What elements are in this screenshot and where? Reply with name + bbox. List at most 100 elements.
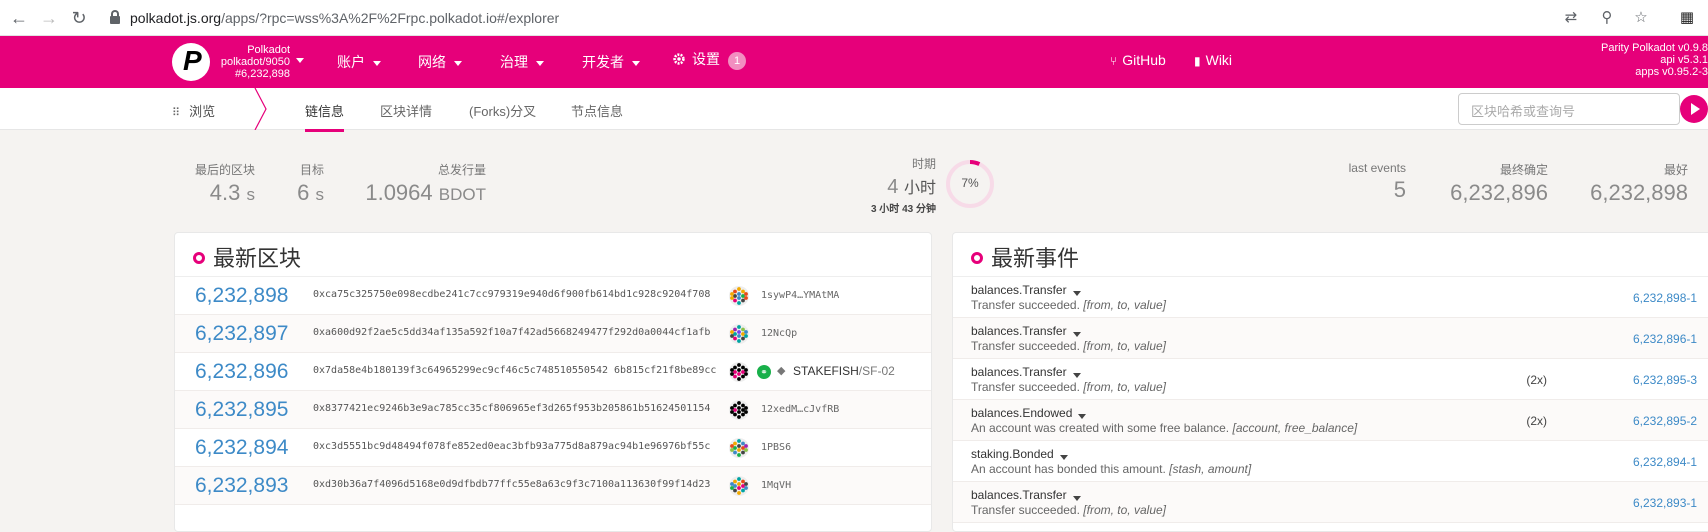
event-block-link[interactable]: 6,232,895-3	[1633, 373, 1697, 387]
chain-version: polkadot/9050	[220, 56, 290, 68]
blocks-list: 6,232,898 0xca75c325750e098ecdbe241c7cc97…	[175, 277, 931, 505]
author-identicon-icon[interactable]	[729, 400, 749, 420]
stat-last-events: last events 5	[1348, 161, 1406, 202]
breadcrumb-separator	[254, 88, 267, 130]
bookmark-star-icon[interactable]: ☆	[1630, 7, 1652, 29]
chain-block: #6,232,898	[234, 68, 290, 80]
url-text: polkadot.js.org/apps/?rpc=wss%3A%2F%2Frp…	[130, 10, 560, 26]
block-author[interactable]: 1MqVH	[761, 480, 791, 491]
block-hash: 0xca75c325750e098ecdbe241c7cc979319e940d…	[313, 289, 711, 300]
address-bar[interactable]: polkadot.js.org/apps/?rpc=wss%3A%2F%2Frp…	[96, 4, 1636, 32]
block-row: 6,232,896 0x7da58e4b180139f3c64965299ec9c…	[175, 353, 931, 391]
event-description: Transfer succeeded. [from, to, value]	[971, 503, 1166, 517]
sub-navigation: ⠿ 浏览 链信息 区块详情 (Forks)分叉 节点信息 区块哈希或查询号	[0, 88, 1708, 132]
block-number-link[interactable]: 6,232,897	[195, 322, 288, 346]
era-remaining: 3 小时 43 分钟	[870, 204, 936, 215]
tab-chain-info[interactable]: 链信息	[305, 101, 345, 132]
event-count: (2x)	[1526, 414, 1547, 428]
stat-best: 最好 6,232,898	[1590, 163, 1688, 205]
author-identicon-icon[interactable]	[729, 324, 749, 344]
extension-icon[interactable]: ▦	[1676, 7, 1698, 29]
back-arrow-icon[interactable]: ←	[8, 7, 30, 29]
chain-selector[interactable]: Polkadot polkadot/9050 #6,232,898	[210, 44, 290, 80]
gear-icon	[673, 53, 685, 65]
event-block-link[interactable]: 6,232,894-1	[1633, 455, 1697, 469]
menu-developer[interactable]: 开发者	[582, 52, 640, 72]
menu-accounts[interactable]: 账户	[337, 52, 381, 72]
github-link[interactable]: ⑂ GitHub	[1110, 52, 1166, 68]
block-search-input[interactable]: 区块哈希或查询号	[1458, 93, 1680, 125]
chevron-down-icon[interactable]	[1073, 496, 1081, 501]
chevron-down-icon[interactable]	[296, 58, 304, 63]
menu-governance[interactable]: 治理	[500, 52, 544, 72]
chevron-down-icon[interactable]	[1073, 291, 1081, 296]
forward-arrow-icon[interactable]: →	[38, 7, 60, 29]
event-name: balances.Transfer	[971, 488, 1067, 502]
author-identicon-icon[interactable]	[729, 438, 749, 458]
block-author[interactable]: 12xedM…cJvfRB	[761, 404, 839, 415]
wiki-link[interactable]: ▮ Wiki	[1194, 52, 1232, 68]
author-identicon-icon[interactable]	[729, 362, 749, 382]
stat-finalized: 最终确定 6,232,896	[1450, 163, 1548, 205]
search-go-button[interactable]	[1680, 95, 1708, 123]
tab-node-info[interactable]: 节点信息	[571, 101, 623, 120]
version-info: Parity Polkadot v0.9.8 api v5.3.1 apps v…	[1600, 42, 1708, 78]
block-author[interactable]: 1PBS6	[761, 442, 791, 453]
era-progress-ring: 7%	[944, 158, 996, 210]
block-number-link[interactable]: 6,232,895	[195, 398, 288, 422]
event-row[interactable]: staking.Bonded An account has bonded this…	[953, 441, 1708, 482]
recent-blocks-header: 最新区块	[175, 233, 931, 277]
block-number-link[interactable]: 6,232,893	[195, 474, 288, 498]
reload-icon[interactable]: ↻	[68, 7, 90, 29]
event-row[interactable]: balances.Endowed An account was created w…	[953, 400, 1708, 441]
chain-name: Polkadot	[247, 44, 290, 56]
event-block-link[interactable]: 6,232,898-1	[1633, 291, 1697, 305]
tab-block-details[interactable]: 区块详情	[380, 101, 432, 120]
menu-settings[interactable]: 设置 1	[672, 49, 746, 70]
chevron-down-icon	[632, 60, 640, 66]
block-hash: 0xd30b36a7f4096d5168e0d9dfbdb77ffc55e8a6…	[313, 479, 711, 490]
event-row[interactable]: balances.Transfer Transfer succeeded. [fr…	[953, 318, 1708, 359]
section-explorer[interactable]: ⠿ 浏览	[172, 101, 215, 120]
stat-target: 目标 6 s	[297, 163, 324, 205]
chevron-down-icon[interactable]	[1078, 414, 1086, 419]
event-block-link[interactable]: 6,232,896-1	[1633, 332, 1697, 346]
grid-icon: ⠿	[172, 107, 180, 119]
block-number-link[interactable]: 6,232,896	[195, 360, 288, 384]
chevron-down-icon[interactable]	[1073, 373, 1081, 378]
chevron-down-icon	[454, 60, 462, 66]
tab-forks[interactable]: (Forks)分叉	[469, 101, 536, 120]
block-author-name[interactable]: STAKEFISH/SF-02	[793, 364, 895, 378]
block-number-link[interactable]: 6,232,894	[195, 436, 288, 460]
event-name: staking.Bonded	[971, 447, 1054, 461]
menu-network[interactable]: 网络	[418, 52, 462, 72]
recent-blocks-title: 最新区块	[213, 246, 302, 271]
block-author[interactable]: 12NcQp	[761, 328, 797, 339]
author-identicon-icon[interactable]	[729, 286, 749, 306]
block-number-link[interactable]: 6,232,898	[195, 284, 288, 308]
block-hash: 0xc3d5551bc9d48494f078fe852ed0eac3bfb93a…	[313, 441, 711, 452]
book-icon: ▮	[1194, 54, 1201, 68]
lock-icon	[110, 10, 120, 24]
zoom-icon[interactable]: ⚲	[1596, 7, 1618, 29]
author-identicon-icon[interactable]	[729, 476, 749, 496]
bullet-icon	[193, 252, 205, 264]
chevron-down-icon	[373, 60, 381, 66]
chevron-down-icon[interactable]	[1060, 455, 1068, 460]
event-row[interactable]: balances.Transfer Transfer succeeded. [fr…	[953, 482, 1708, 523]
event-block-link[interactable]: 6,232,893-1	[1633, 496, 1697, 510]
event-row[interactable]: balances.Transfer Transfer succeeded. [fr…	[953, 359, 1708, 400]
stat-last-block: 最后的区块 4.3 s	[194, 163, 255, 205]
translate-icon[interactable]: ⇄	[1560, 7, 1582, 29]
event-row[interactable]: balances.Transfer Transfer succeeded. [fr…	[953, 277, 1708, 318]
recent-events-panel: 最新事件 balances.Transfer Transfer succeeded…	[952, 232, 1708, 532]
verified-link-icon: ⚭	[757, 365, 771, 379]
chevron-down-icon[interactable]	[1073, 332, 1081, 337]
block-hash: 0x8377421ec9246b3e9ac785cc35cf806965ef3d…	[313, 403, 711, 414]
block-row: 6,232,893 0xd30b36a7f4096d5168e0d9dfbdb77…	[175, 467, 931, 505]
polkadot-logo-icon[interactable]: P	[172, 43, 210, 81]
event-count: (2x)	[1526, 373, 1547, 387]
settings-badge: 1	[728, 52, 746, 70]
block-author[interactable]: 1sywP4…YMAtMA	[761, 290, 839, 301]
event-block-link[interactable]: 6,232,895-2	[1633, 414, 1697, 428]
